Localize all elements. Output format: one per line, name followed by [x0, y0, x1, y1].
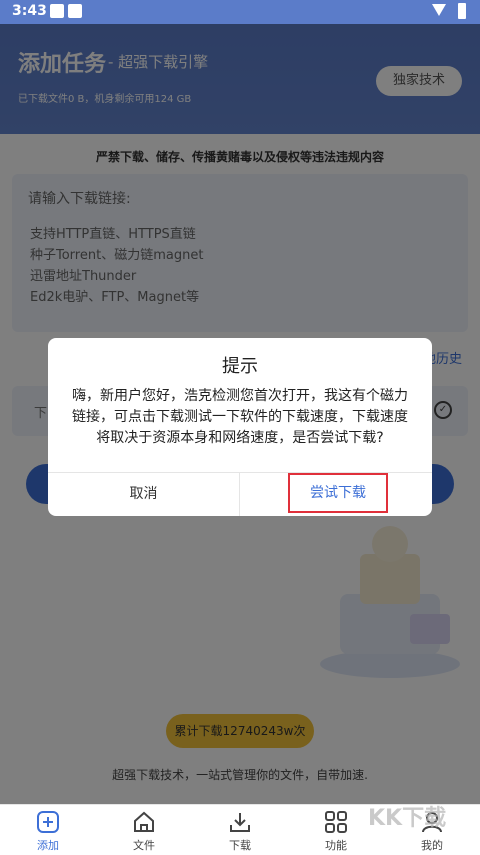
nav-label: 添加 — [37, 839, 59, 852]
add-icon — [37, 811, 59, 833]
notification-icon — [68, 4, 82, 18]
status-bar: 3:43 — [0, 0, 480, 24]
notification-icon — [50, 4, 64, 18]
nav-label: 功能 — [325, 839, 347, 852]
nav-label: 下载 — [229, 839, 251, 852]
home-icon — [134, 811, 154, 832]
nav-label: 我的 — [421, 839, 443, 852]
cancel-button[interactable]: 取消 — [48, 472, 239, 516]
prompt-dialog: 提示 嗨，新用户您好，浩克检测您首次打开，我这有个磁力链接，可点击下载测试一下软… — [48, 338, 432, 516]
try-download-button[interactable]: 尝试下载 — [288, 473, 388, 513]
dialog-title: 提示 — [222, 356, 258, 377]
nav-item-files[interactable]: 文件 — [96, 809, 192, 853]
grid-icon — [325, 811, 347, 833]
wifi-icon — [432, 4, 446, 16]
nav-item-add[interactable]: 添加 — [0, 809, 96, 853]
nav-label: 文件 — [133, 839, 155, 852]
download-icon — [230, 813, 250, 832]
nav-item-download[interactable]: 下载 — [192, 809, 288, 853]
status-time: 3:43 — [12, 3, 47, 19]
battery-icon — [458, 3, 466, 19]
dialog-divider — [239, 472, 240, 516]
dialog-message: 嗨，新用户您好，浩克检测您首次打开，我这有个磁力链接，可点击下载测试一下软件的下… — [72, 388, 408, 446]
watermark: KK下载 — [368, 806, 447, 831]
